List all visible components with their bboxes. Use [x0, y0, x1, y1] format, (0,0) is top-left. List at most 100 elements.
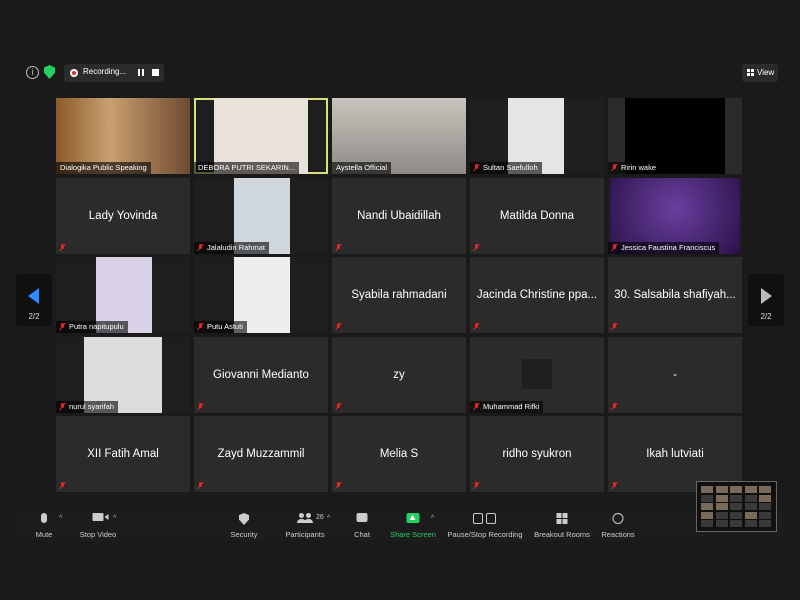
stop-video-label: Stop Video: [79, 530, 117, 539]
minimap-thumbnail: [715, 520, 728, 527]
info-icon[interactable]: i: [26, 66, 39, 79]
participant-tile[interactable]: ridho syukron: [470, 416, 604, 492]
reactions-button[interactable]: Reactions: [598, 509, 638, 541]
pause-recording-button[interactable]: [136, 68, 146, 78]
record-dot-icon: [70, 69, 78, 77]
chat-button[interactable]: Chat: [348, 509, 376, 541]
participant-tile[interactable]: Jessica Faustina Franciscus: [608, 177, 742, 254]
participant-tile[interactable]: Jacinda Christine ppa...: [470, 257, 604, 333]
minimap-thumbnail: [744, 511, 757, 519]
previous-page-button[interactable]: 2/2: [16, 274, 52, 326]
participant-label: Jessica Faustina Franciscus: [608, 241, 720, 254]
participant-name: -: [673, 368, 677, 381]
participant-tile[interactable]: XII Fatih Amal: [56, 416, 190, 492]
participant-tile[interactable]: Zayd Muzzammil: [194, 416, 328, 492]
participant-tile[interactable]: Muhammad Rifki: [470, 336, 604, 413]
minimap-thumbnail: [759, 494, 771, 502]
video-options-chevron-icon[interactable]: ^: [113, 515, 116, 522]
share-options-chevron-icon[interactable]: ^: [431, 515, 434, 522]
participant-name: Lady Yovinda: [88, 209, 158, 222]
pause-stop-recording-button[interactable]: Pause/Stop Recording: [446, 509, 524, 541]
minimap-thumbnail: [744, 486, 757, 493]
participant-video: [522, 358, 552, 389]
stop-video-button[interactable]: Stop Video: [76, 509, 120, 541]
participant-label: Muhammad Rifki: [470, 400, 544, 413]
participant-name: Melia S: [379, 448, 419, 460]
participant-name: XII Fatih Amal: [87, 448, 159, 460]
view-button[interactable]: View: [742, 64, 778, 82]
minimap-thumbnail: [730, 503, 742, 510]
participant-tile[interactable]: Lady Yovinda: [56, 177, 190, 254]
mic-muted-icon: [611, 164, 617, 171]
recording-indicator: Recording...: [64, 64, 164, 82]
participant-name: Nandi Ubaidillah: [357, 209, 441, 222]
next-page-button[interactable]: 2/2: [748, 274, 784, 326]
participants-icon: [297, 513, 313, 523]
chat-label: Chat: [354, 530, 370, 539]
participant-tile[interactable]: Sultan Saefulloh: [470, 98, 604, 174]
mic-muted-icon: [197, 323, 203, 330]
stop-recording-button[interactable]: [152, 69, 159, 76]
grid-view-icon: [747, 69, 754, 76]
mic-muted-icon: [335, 243, 341, 251]
security-button[interactable]: Security: [226, 509, 262, 541]
participant-name: Giovanni Medianto: [213, 368, 309, 381]
encryption-shield-icon[interactable]: [44, 65, 55, 79]
participant-label: Putra napitupulu: [56, 321, 128, 333]
mic-muted-icon: [59, 482, 65, 489]
participant-tile[interactable]: zy: [332, 336, 466, 413]
recording-label: Recording...: [83, 67, 127, 76]
chat-icon: [356, 513, 368, 522]
participant-tile[interactable]: Jalaludin Rahmat: [194, 177, 328, 254]
mic-muted-icon: [611, 243, 617, 251]
participant-tile[interactable]: Putra napitupulu: [56, 257, 190, 333]
participant-tile[interactable]: Putu Astuti: [194, 257, 328, 333]
participant-name: ridho syukron: [502, 448, 572, 460]
participant-tile[interactable]: Giovanni Medianto: [194, 336, 328, 413]
participant-gallery: Dialogika Public Speaking DEBORA PUTRI SE…: [56, 98, 744, 492]
minimap-thumbnail: [701, 503, 713, 510]
participant-tile[interactable]: DEBORA PUTRI SEKARIN...: [194, 98, 328, 174]
mic-muted-icon: [335, 482, 341, 489]
participants-chevron-icon[interactable]: ^: [327, 515, 330, 522]
participant-tile[interactable]: 30. Salsabila shafiyah...: [608, 257, 742, 333]
participants-count: 26: [316, 514, 324, 521]
participant-tile[interactable]: -: [608, 336, 742, 413]
participant-tile[interactable]: nurul syarifah: [56, 336, 190, 413]
participant-name: Syabila rahmadani: [351, 289, 447, 301]
participant-label: Dialogika Public Speaking: [56, 162, 151, 174]
minimap-thumbnail: [730, 486, 742, 493]
participant-label: Sultan Saefulloh: [470, 162, 542, 174]
participant-tile[interactable]: Matilda Donna: [470, 177, 604, 254]
participant-name: zy: [393, 368, 405, 381]
mic-muted-icon: [611, 402, 617, 410]
participant-tile[interactable]: Ririn wake: [608, 98, 742, 174]
mute-label: Mute: [35, 530, 53, 539]
meeting-toolbar: Mute ^ Stop Video ^ Security Participant…: [16, 509, 784, 541]
mic-muted-icon: [197, 243, 203, 251]
gallery-minimap[interactable]: [696, 481, 777, 532]
breakout-rooms-label: Breakout Rooms: [534, 530, 590, 539]
arrow-right-icon: [761, 288, 772, 304]
share-screen-button[interactable]: Share Screen: [388, 509, 438, 541]
minimap-thumbnail: [759, 503, 771, 510]
participant-tile[interactable]: Aystella Official: [332, 98, 466, 174]
mute-button[interactable]: Mute: [30, 509, 58, 541]
participant-tile[interactable]: Melia S: [332, 416, 466, 492]
minimap-thumbnail: [759, 511, 771, 519]
audio-options-chevron-icon[interactable]: ^: [59, 515, 62, 522]
mic-muted-icon: [473, 482, 479, 489]
participant-tile[interactable]: Syabila rahmadani: [332, 257, 466, 333]
microphone-icon: [41, 513, 47, 523]
minimap-thumbnail: [730, 494, 742, 502]
minimap-thumbnail: [759, 520, 771, 527]
participant-tile[interactable]: Nandi Ubaidillah: [332, 177, 466, 254]
participant-tile[interactable]: Dialogika Public Speaking: [56, 98, 190, 174]
mic-muted-icon: [473, 243, 479, 251]
mic-muted-icon: [59, 402, 65, 410]
mic-muted-icon: [611, 323, 617, 330]
mic-muted-icon: [473, 323, 479, 330]
minimap-thumbnail: [730, 520, 742, 527]
breakout-rooms-button[interactable]: Breakout Rooms: [532, 509, 592, 541]
minimap-thumbnail: [744, 503, 757, 510]
